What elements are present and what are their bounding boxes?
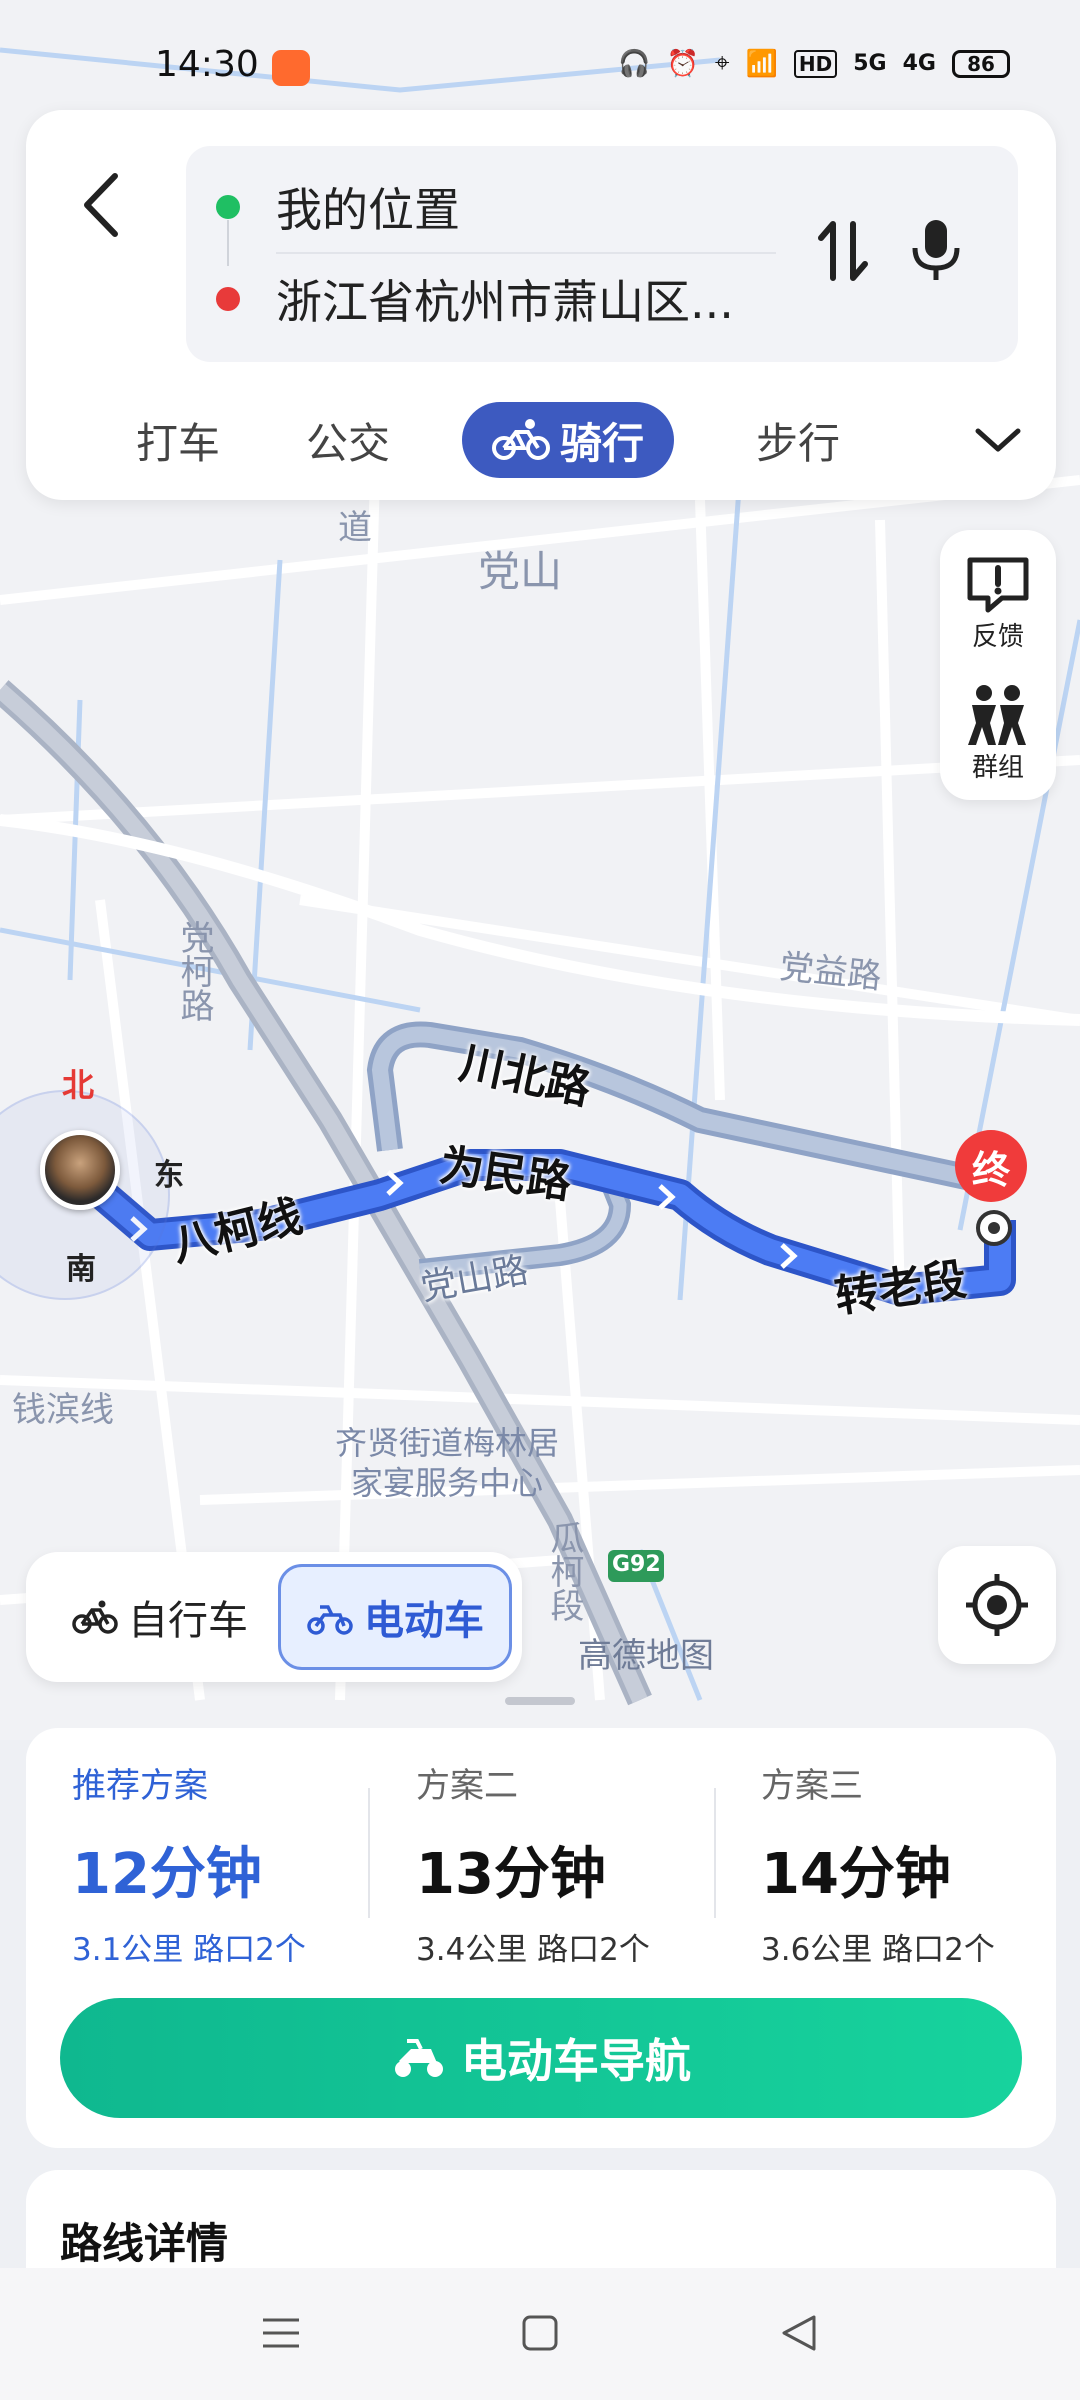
compass-east: 东 xyxy=(154,1158,184,1193)
destination-marker[interactable]: 终 xyxy=(955,1130,1027,1202)
tab-cycling-label: 骑行 xyxy=(559,418,644,468)
ebike-option-label: 电动车 xyxy=(364,1598,484,1644)
app-notification-icon xyxy=(272,50,310,86)
more-modes-button[interactable] xyxy=(970,412,1026,468)
menu-button[interactable] xyxy=(246,2298,316,2368)
start-navigation-label: 电动车导航 xyxy=(461,2034,691,2088)
home-button[interactable] xyxy=(505,2298,575,2368)
plan-info: 3.4公里 路口2个 xyxy=(416,1932,650,1968)
divider xyxy=(368,1788,370,1918)
plan-time: 12分钟 xyxy=(72,1842,262,1907)
origin-text: 我的位置 xyxy=(276,183,460,237)
plan-time: 14分钟 xyxy=(761,1842,951,1907)
status-bar: 14:30 🎧 ⏰ ⌖ 📶 HD 5G 4G 86 xyxy=(0,0,1080,110)
highway-badge: G92 xyxy=(612,1552,661,1577)
plan-option-2[interactable]: 方案二 13分钟 3.4公里 路口2个 xyxy=(416,1758,756,1968)
poi-label[interactable]: 齐贤街道梅林居 家宴服务中心 xyxy=(335,1423,559,1503)
map-place-label: 钱滨线 xyxy=(12,1390,114,1430)
hd-icon: HD xyxy=(793,49,838,78)
back-button[interactable] xyxy=(66,160,136,250)
crosshair-icon xyxy=(966,1574,1028,1636)
plan-name: 方案二 xyxy=(416,1766,518,1806)
bicycle-icon xyxy=(491,419,550,460)
compass-south: 南 xyxy=(66,1252,96,1287)
tab-walking[interactable]: 步行 xyxy=(738,402,858,478)
user-avatar[interactable] xyxy=(40,1130,120,1210)
swap-icon xyxy=(818,221,868,281)
battery-icon: 86 xyxy=(952,49,1010,78)
feedback-label: 反馈 xyxy=(971,621,1024,652)
map-place-label: 党益路 xyxy=(777,946,884,998)
voice-input-button[interactable] xyxy=(901,206,971,296)
map-place-label: 党柯路 xyxy=(174,920,214,1022)
headphone-icon: 🎧 xyxy=(618,48,651,79)
map-place-label: 道 xyxy=(338,508,372,548)
plan-name: 推荐方案 xyxy=(72,1766,208,1806)
feedback-button[interactable]: 反馈 xyxy=(940,538,1056,668)
group-button[interactable]: 群组 xyxy=(940,668,1056,798)
status-time: 14:30 xyxy=(155,44,259,85)
origin-field[interactable]: 我的位置 xyxy=(216,162,786,252)
bicycle-icon xyxy=(72,1600,118,1634)
compass-north: 北 xyxy=(62,1066,95,1104)
destination-dot-icon xyxy=(216,287,240,311)
route-plans-panel: 推荐方案 12分钟 3.1公里 路口2个 方案二 13分钟 3.4公里 路口2个… xyxy=(26,1728,1056,2148)
ebike-icon xyxy=(307,1605,353,1635)
group-label: 群组 xyxy=(971,752,1024,783)
signal-4g-icon: 4G xyxy=(902,51,936,76)
group-icon xyxy=(968,684,1026,745)
locate-me-button[interactable] xyxy=(938,1546,1056,1664)
wifi-icon: 📶 xyxy=(745,48,778,79)
feedback-icon xyxy=(967,557,1029,612)
alarm-icon: ⏰ xyxy=(666,48,699,79)
map-watermark: 高德地图 xyxy=(578,1636,714,1676)
plan-option-1[interactable]: 推荐方案 12分钟 3.1公里 路口2个 xyxy=(72,1758,412,1968)
destination-field[interactable]: 浙江省杭州市萧山区... xyxy=(216,254,786,344)
panel-drag-handle[interactable] xyxy=(505,1697,575,1705)
home-square-icon xyxy=(522,2315,558,2351)
bike-option-label: 自行车 xyxy=(128,1598,248,1644)
plan-name: 方案三 xyxy=(761,1766,863,1806)
plan-option-3[interactable]: 方案三 14分钟 3.6公里 路口2个 xyxy=(761,1758,1080,1968)
system-navigation-bar xyxy=(0,2268,1080,2400)
destination-text: 浙江省杭州市萧山区... xyxy=(276,275,734,329)
bike-option[interactable]: 自行车 xyxy=(46,1564,274,1670)
origin-dot-icon xyxy=(216,195,240,219)
microphone-icon xyxy=(912,220,960,280)
plan-time: 13分钟 xyxy=(416,1842,606,1907)
route-search-card: 我的位置 浙江省杭州市萧山区... 打车 公交 骑行 步行 xyxy=(26,110,1056,500)
travel-mode-tabs: 打车 公交 骑行 步行 xyxy=(26,390,1056,480)
signal-5g-icon: 5G xyxy=(853,51,887,76)
tab-cycling[interactable]: 骑行 xyxy=(462,402,674,478)
route-inputs: 我的位置 浙江省杭州市萧山区... xyxy=(186,146,1018,362)
start-navigation-button[interactable]: 电动车导航 xyxy=(60,1998,1022,2118)
swap-button[interactable] xyxy=(808,206,878,296)
status-icons: 🎧 ⏰ ⌖ 📶 HD 5G 4G 86 xyxy=(618,48,1010,79)
chevron-left-icon xyxy=(84,173,118,237)
tab-transit[interactable]: 公交 xyxy=(288,402,408,478)
back-triangle-icon xyxy=(782,2315,816,2351)
chevron-down-icon xyxy=(975,428,1021,452)
back-nav-button[interactable] xyxy=(764,2298,834,2368)
menu-icon xyxy=(263,2318,299,2348)
tab-taxi[interactable]: 打车 xyxy=(118,402,238,478)
vehicle-type-toggle: 自行车 电动车 xyxy=(26,1552,522,1682)
ebike-option[interactable]: 电动车 xyxy=(278,1564,512,1670)
map-side-tools: 反馈 群组 xyxy=(940,530,1056,800)
location-icon: ⌖ xyxy=(714,48,730,78)
ebike-icon xyxy=(395,2039,443,2077)
map-place-label: 党山 xyxy=(478,547,563,596)
plan-info: 3.6公里 路口2个 xyxy=(761,1932,995,1968)
plan-info: 3.1公里 路口2个 xyxy=(72,1932,306,1968)
divider xyxy=(714,1788,716,1918)
route-details-title: 路线详情 xyxy=(60,2219,229,2268)
map-place-label: 瓜柯段 xyxy=(544,1520,584,1622)
